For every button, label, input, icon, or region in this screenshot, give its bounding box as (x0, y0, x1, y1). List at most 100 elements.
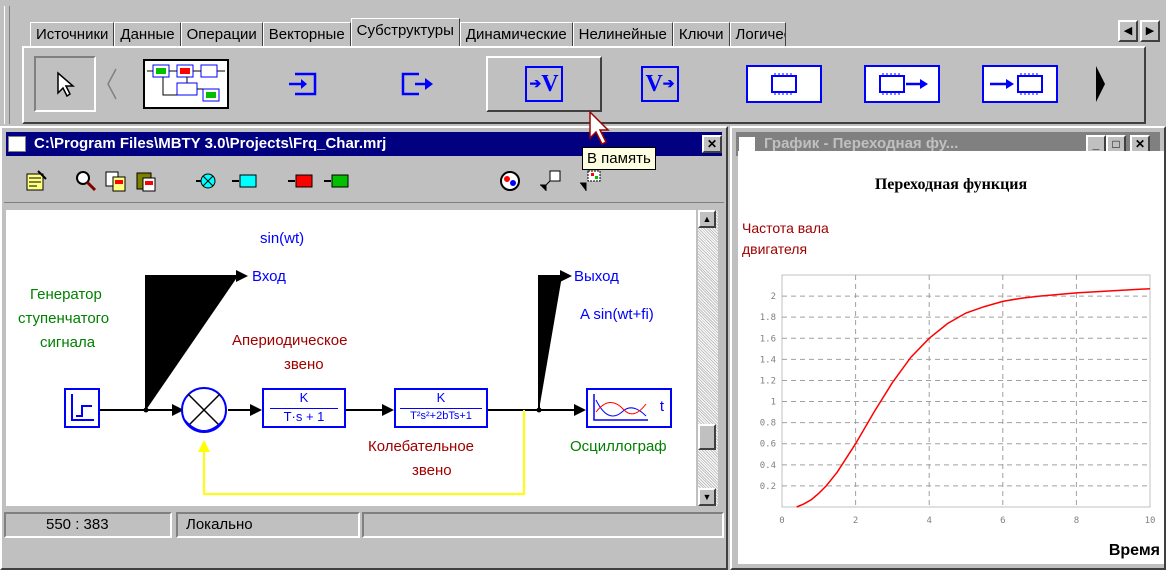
copy-button[interactable] (102, 168, 130, 194)
tab-sources[interactable]: Источники (30, 22, 115, 46)
palette-tabs: Источники Данные Операции Векторные Субс… (30, 18, 786, 46)
status-extra (362, 512, 724, 538)
graph-window-title: График - Переходная фу... (764, 135, 959, 152)
model-canvas[interactable]: sin(wt) Вход Выход A sin(wt+fi) Генерато… (6, 210, 696, 506)
scroll-up-button[interactable]: ▲ (698, 210, 716, 228)
to-memory-button[interactable]: ➔ V (486, 56, 602, 112)
vertical-scrollbar[interactable] (698, 210, 718, 506)
palette-scroll-right-button[interactable] (1090, 56, 1110, 112)
properties-icon (26, 170, 47, 191)
tabs-scroll-left-button[interactable]: ◀ (1118, 20, 1138, 42)
sin-label: sin(wt) (260, 230, 305, 247)
model-window-close-button[interactable]: ✕ (702, 135, 722, 153)
find-button[interactable] (72, 168, 100, 194)
from-memory-button[interactable]: V ➔ (630, 56, 690, 112)
tab-dynamic[interactable]: Динамические (459, 22, 573, 46)
y-tick-label: 1.8 (760, 313, 776, 323)
tab-keys[interactable]: Ключи (672, 22, 730, 46)
oscillating-label-line1: Колебательное (368, 438, 475, 455)
vertical-scroll-thumb[interactable] (698, 424, 716, 450)
oscillating-numerator: K (436, 390, 446, 405)
chart: Переходная функция Частота вала двигателя В… (742, 176, 1160, 559)
step-generator-block[interactable] (64, 388, 100, 428)
x-tick-label: 6 (1000, 516, 1005, 526)
x-tick-label: 8 (1074, 516, 1079, 526)
run-button[interactable] (496, 168, 524, 194)
x-tick-label: 4 (926, 516, 931, 526)
cursor-arrow-icon (57, 71, 76, 97)
to-memory-label: V (541, 70, 559, 97)
pointer-tool-button[interactable] (34, 56, 96, 112)
paste-button[interactable] (132, 168, 160, 194)
chip-input-button[interactable] (978, 56, 1062, 112)
green-block-button[interactable] (322, 168, 350, 194)
red-block-icon (288, 174, 313, 188)
input-port-icon (289, 72, 317, 96)
tab-nonlinear[interactable]: Нелинейные (572, 22, 673, 46)
model-window-title: C:\Program Files\MBTY 3.0\Projects\Frq_C… (34, 135, 387, 152)
chip-output-button[interactable] (860, 56, 944, 112)
chip-input-icon (982, 65, 1058, 103)
to-memory-icon: ➔ V (525, 66, 563, 102)
chart-title: Переходная функция (875, 176, 1028, 193)
chevron-left-icon (107, 68, 117, 100)
cyan-block-icon (232, 174, 257, 188)
y-tick-label: 2 (771, 292, 776, 302)
substructure-block-icon (143, 59, 229, 109)
tab-vector[interactable]: Векторные (262, 22, 351, 46)
from-memory-label: V (645, 70, 663, 97)
aperiodic-label-line1: Апериодическое (232, 332, 348, 349)
align-icon (540, 170, 561, 191)
input-port-button[interactable] (272, 56, 332, 112)
step-icon (71, 394, 94, 421)
cyan-block-button[interactable] (230, 168, 258, 194)
y-tick-label: 1.2 (760, 376, 776, 386)
chip-button[interactable] (742, 56, 826, 112)
oscilloscope-block[interactable]: t (586, 388, 672, 428)
status-mode: Локально (176, 512, 360, 538)
sum-block-icon (196, 173, 216, 189)
aperiodic-numerator: K (299, 390, 309, 405)
output-port-button[interactable] (388, 56, 448, 112)
generator-label-line1: Генератор (30, 286, 102, 303)
y-tick-label: 1 (771, 398, 776, 408)
aperiodic-block[interactable]: K T·s + 1 (262, 388, 346, 428)
tab-operations[interactable]: Операции (180, 22, 263, 46)
red-block-button[interactable] (286, 168, 314, 194)
tabs-scroll-right-button[interactable]: ▶ (1140, 20, 1160, 42)
y-tick-label: 0.8 (760, 419, 776, 429)
chevron-right-icon (1096, 66, 1105, 102)
y-axis-label: двигателя (742, 241, 807, 257)
y-tick-label: 1.6 (760, 334, 776, 344)
transient-response-line (796, 287, 1151, 508)
chart-area: Переходная функция Частота вала двигателя В… (738, 151, 1164, 564)
paste-icon (136, 172, 156, 192)
green-block-icon (324, 174, 349, 188)
run-icon (500, 171, 520, 191)
grid-button[interactable] (576, 168, 604, 194)
tab-logical[interactable]: Логичес (729, 22, 786, 46)
output-port-label: Выход (574, 268, 619, 285)
sum-block-button[interactable] (194, 168, 222, 194)
x-tick-label: 2 (853, 516, 858, 526)
app-window-icon (8, 136, 26, 152)
fraction-line (400, 408, 482, 409)
chip-icon (746, 65, 822, 103)
align-button[interactable] (536, 168, 564, 194)
aperiodic-denominator: T·s + 1 (283, 409, 325, 424)
from-memory-icon: V ➔ (641, 66, 679, 102)
generator-label-line2: ступенчатого (18, 310, 110, 327)
tab-data[interactable]: Данные (114, 22, 181, 46)
scroll-down-button[interactable]: ▼ (698, 488, 716, 506)
generator-label-line3: сигнала (40, 334, 96, 351)
palette-scroll-left-button[interactable] (100, 56, 124, 112)
substructure-button[interactable] (140, 56, 232, 112)
x-tick-label: 10 (1145, 516, 1156, 526)
find-icon (76, 171, 97, 192)
tab-substructures[interactable]: Субструктуры (350, 18, 460, 46)
properties-button[interactable] (22, 168, 50, 194)
input-port-label: Вход (252, 268, 286, 285)
y-axis-label: Частота вала (742, 220, 829, 236)
oscillating-block[interactable]: K T²s²+2bTs+1 (394, 388, 488, 428)
copy-icon (105, 171, 126, 192)
